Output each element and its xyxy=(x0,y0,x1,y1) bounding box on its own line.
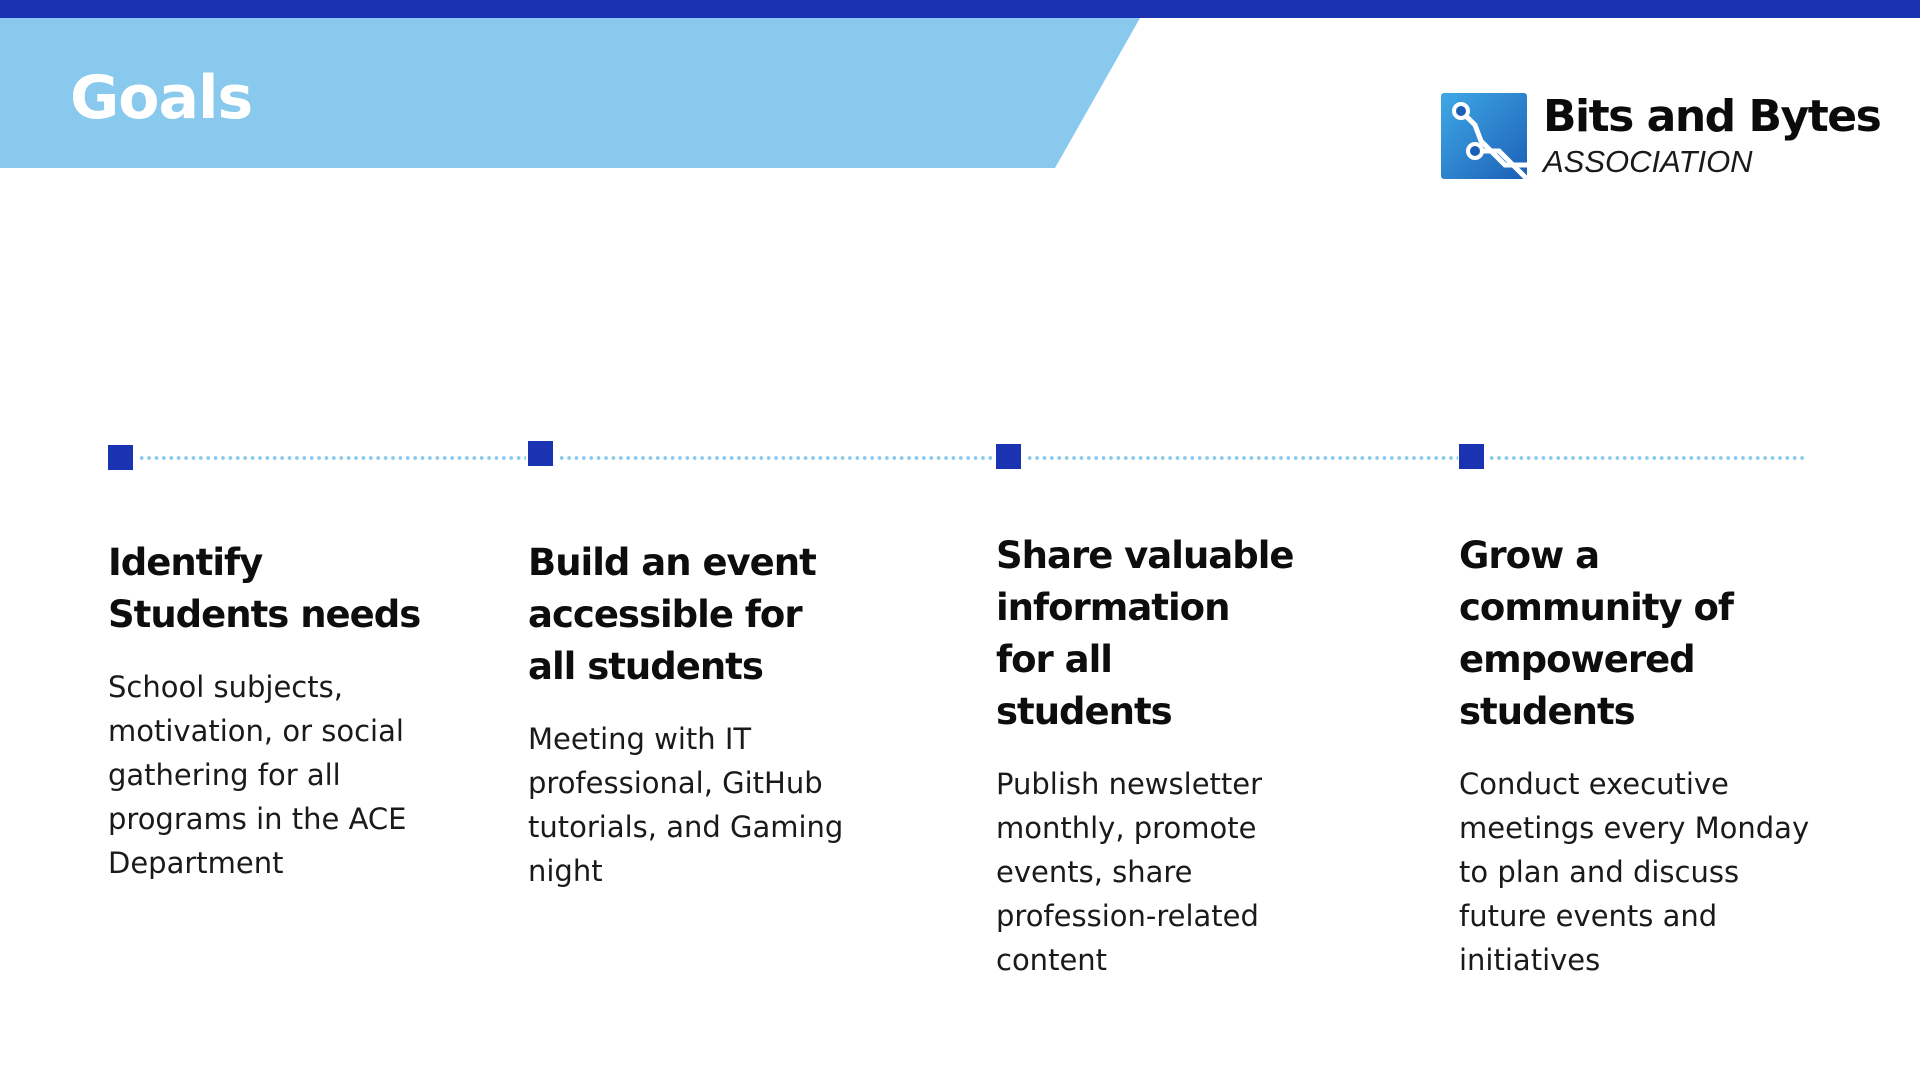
goal-card: Identify Students needs School subjects,… xyxy=(108,537,438,885)
timeline-marker xyxy=(528,441,553,466)
goal-card: Share valuable information for all stude… xyxy=(996,530,1296,982)
goal-description: Publish newsletter monthly, promote even… xyxy=(996,767,1263,977)
goal-card: Build an event accessible for all studen… xyxy=(528,537,858,893)
timeline-dotted-line xyxy=(1488,456,1804,460)
goal-heading: Grow a community of empowered students xyxy=(1459,534,1734,733)
goal-description: Conduct executive meetings every Monday … xyxy=(1459,767,1810,977)
timeline-dotted-line xyxy=(138,456,526,460)
goal-heading: Share valuable information for all stude… xyxy=(996,534,1295,733)
timeline-marker xyxy=(996,444,1021,469)
slide: Goals Bits and Bytes ASSOCIATION Identif… xyxy=(0,0,1920,1080)
timeline-marker xyxy=(108,445,133,470)
goal-heading: Build an event accessible for all studen… xyxy=(528,541,817,688)
timeline-dotted-line xyxy=(1026,456,1458,460)
timeline-marker xyxy=(1459,444,1484,469)
goal-description: Meeting with IT professional, GitHub tut… xyxy=(528,722,844,888)
timeline-dotted-line xyxy=(558,456,994,460)
goal-heading: Identify Students needs xyxy=(108,541,421,636)
goal-card: Grow a community of empowered students C… xyxy=(1459,530,1819,982)
goal-description: School subjects, motivation, or social g… xyxy=(108,670,407,880)
